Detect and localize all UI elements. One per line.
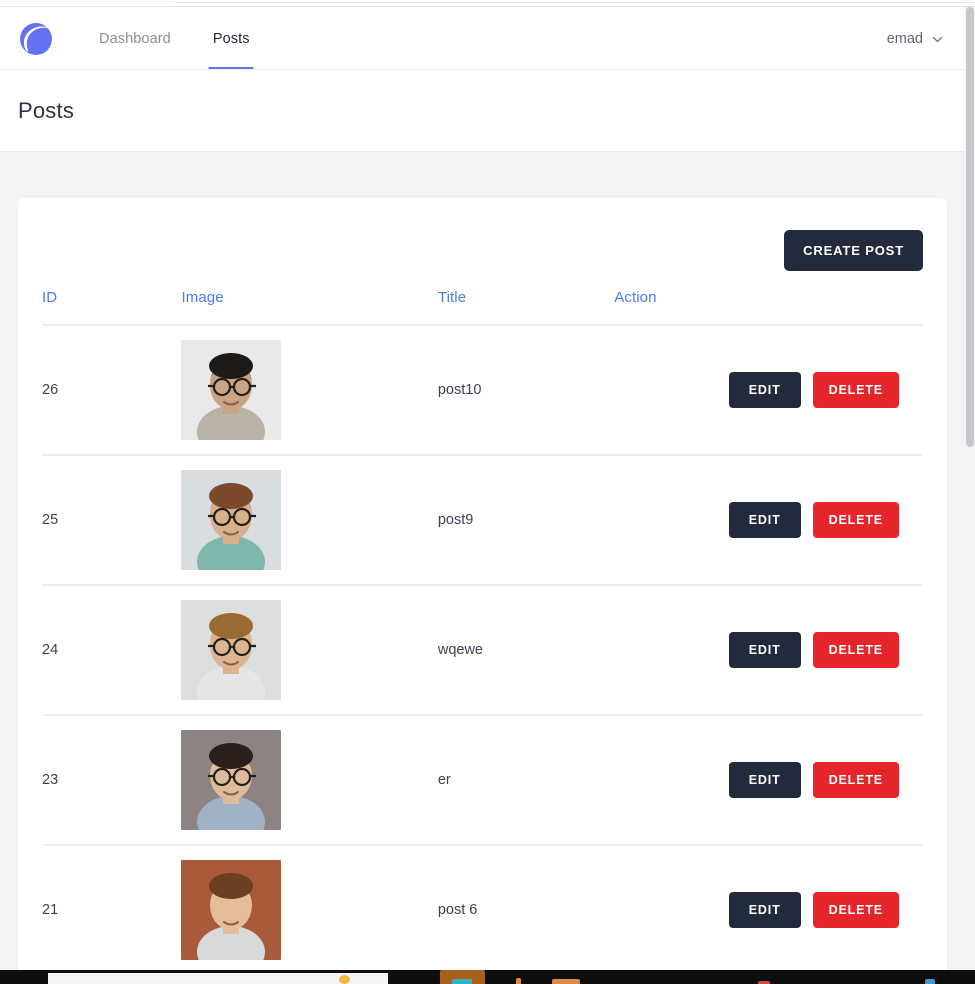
posts-table: ID Image Title Action 26 post10 EDIT DELETE…: [42, 289, 923, 974]
delete-button[interactable]: DELETE: [812, 502, 899, 538]
row-action-buttons: EDIT DELETE: [614, 632, 923, 668]
post-thumbnail-image: [181, 470, 282, 570]
delete-button[interactable]: DELETE: [812, 632, 899, 668]
posts-card: CREATE POST ID Image Title Action 26 pos…: [18, 198, 947, 984]
cell-action: EDIT DELETE: [614, 325, 923, 456]
nav-link-dashboard[interactable]: Dashboard: [78, 7, 192, 70]
table-header-row: ID Image Title Action: [42, 289, 923, 326]
cell-action: EDIT DELETE: [614, 455, 923, 586]
cell-id: 26: [42, 325, 182, 456]
edit-button[interactable]: EDIT: [728, 762, 801, 798]
table-row: 26 post10 EDIT DELETE: [42, 325, 923, 456]
post-thumbnail-image: [181, 600, 282, 700]
column-header-action[interactable]: Action: [614, 289, 923, 326]
page-scrollbar-thumb[interactable]: [966, 7, 974, 447]
cell-action: EDIT DELETE: [614, 845, 923, 974]
cell-image: [181, 585, 438, 716]
cell-title: post 6: [437, 902, 478, 918]
chevron-down-icon: [932, 33, 943, 44]
browser-chrome-sliver: [0, 0, 975, 7]
table-row: 24 wqewe EDIT DELETE: [42, 585, 923, 716]
row-action-buttons: EDIT DELETE: [614, 892, 923, 928]
chrome-divider-partial: [175, 2, 975, 3]
cell-title: post10: [437, 325, 615, 456]
taskbar-icon-yellow[interactable]: [339, 975, 350, 984]
taskbar-window-preview: [48, 973, 388, 984]
cell-action: EDIT DELETE: [614, 585, 923, 716]
posts-table-head: ID Image Title Action: [42, 289, 923, 326]
cell-action: EDIT DELETE: [614, 715, 923, 846]
taskbar-icon-blue[interactable]: [925, 979, 935, 984]
delete-button[interactable]: DELETE: [812, 762, 899, 798]
post-thumbnail-image: [181, 860, 282, 960]
table-row: 21 post 6 EDIT DELETE: [42, 845, 923, 974]
cell-title: er: [437, 715, 615, 846]
edit-button[interactable]: EDIT: [728, 372, 801, 408]
cell-id: 21: [42, 902, 59, 918]
nav-link-dashboard-label: Dashboard: [99, 30, 171, 47]
cell-id: 25: [42, 455, 182, 586]
edit-button[interactable]: EDIT: [728, 632, 801, 668]
nav-link-posts-label: Posts: [212, 30, 250, 47]
cell-image: [181, 325, 438, 456]
cell-title: wqewe: [437, 585, 615, 716]
page-scroll-area: Dashboard Posts emad Posts CREATE POST I…: [0, 7, 965, 984]
cell-id: 24: [42, 585, 182, 716]
browser-viewport: Dashboard Posts emad Posts CREATE POST I…: [0, 0, 975, 984]
posts-table-body: 26 post10 EDIT DELETE 25 post9 EDIT DELETE 24 wqe…: [42, 325, 923, 974]
post-thumbnail-image: [181, 340, 282, 440]
taskbar-icon-teal[interactable]: [452, 979, 472, 984]
table-row: 25 post9 EDIT DELETE: [42, 455, 923, 586]
table-row: 23 er EDIT DELETE: [42, 715, 923, 846]
page-title: Posts: [18, 98, 75, 123]
cell-id: 23: [42, 715, 182, 846]
cell-image: [181, 455, 438, 586]
user-menu[interactable]: emad: [885, 27, 945, 51]
row-action-buttons: EDIT DELETE: [614, 372, 923, 408]
delete-button[interactable]: DELETE: [812, 892, 899, 928]
edit-button[interactable]: EDIT: [728, 502, 801, 538]
nav-links: Dashboard Posts: [78, 7, 271, 70]
create-post-button[interactable]: CREATE POST: [784, 230, 923, 271]
card-toolbar: CREATE POST: [42, 220, 923, 289]
app-logo-icon[interactable]: [18, 21, 54, 57]
nav-link-posts[interactable]: Posts: [192, 7, 271, 70]
cell-title: post9: [437, 455, 615, 586]
edit-button[interactable]: EDIT: [728, 892, 801, 928]
cell-image: [181, 715, 438, 846]
taskbar-icon-amber[interactable]: [516, 978, 521, 984]
user-menu-label: emad: [886, 30, 923, 47]
top-navbar: Dashboard Posts emad: [0, 7, 965, 70]
post-thumbnail-image: [181, 730, 282, 830]
page-titlebar: Posts: [0, 70, 965, 152]
cell-image: [181, 845, 437, 974]
column-header-image[interactable]: Image: [181, 289, 438, 326]
row-action-buttons: EDIT DELETE: [614, 762, 923, 798]
delete-button[interactable]: DELETE: [812, 372, 899, 408]
row-action-buttons: EDIT DELETE: [614, 502, 923, 538]
column-header-title[interactable]: Title: [437, 289, 615, 326]
page-scrollbar-track[interactable]: [965, 7, 975, 970]
os-taskbar: [0, 970, 975, 984]
content-wrapper: CREATE POST ID Image Title Action 26 pos…: [0, 152, 965, 984]
column-header-id[interactable]: ID: [42, 289, 182, 326]
taskbar-icon-peach[interactable]: [552, 979, 580, 984]
